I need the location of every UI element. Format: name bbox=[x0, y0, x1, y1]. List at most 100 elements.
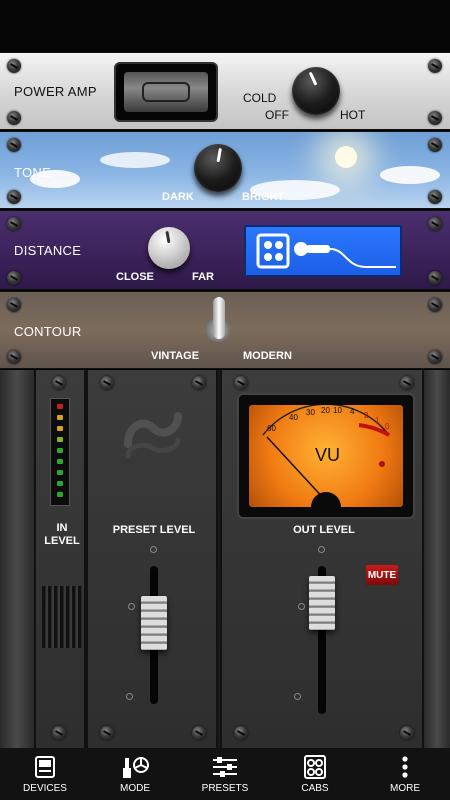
bright-label: BRIGHT bbox=[242, 191, 285, 203]
screw-icon bbox=[7, 138, 21, 152]
screw-icon bbox=[428, 111, 442, 125]
brand-logo-icon bbox=[124, 412, 182, 459]
vu-meter-face: 60 40 30 20 10 4 2 1 0 VU bbox=[249, 405, 403, 507]
out-level-fader[interactable] bbox=[309, 576, 335, 630]
distance-label: DISTANCE bbox=[14, 243, 82, 258]
vu-scale-2: 2 bbox=[364, 411, 369, 420]
vu-scale-4: 4 bbox=[350, 407, 355, 416]
preset-level-module: PRESET LEVEL bbox=[86, 370, 218, 748]
hot-label: HOT bbox=[340, 108, 366, 122]
screw-icon bbox=[7, 190, 21, 204]
dark-label: DARK bbox=[162, 191, 194, 203]
screw-icon bbox=[428, 138, 442, 152]
nav-cabs[interactable]: CABS bbox=[270, 748, 360, 800]
led-green bbox=[57, 470, 63, 475]
nav-presets-label: PRESETS bbox=[201, 783, 249, 794]
screw-icon bbox=[52, 376, 66, 390]
mode-icon bbox=[120, 753, 150, 781]
screw-icon bbox=[428, 217, 442, 231]
rack-section: IN LEVEL PRESET LEVEL OUT LEVEL 60 40 30… bbox=[0, 370, 450, 748]
power-amp-knob[interactable] bbox=[292, 67, 340, 115]
screw-icon bbox=[52, 726, 66, 740]
screw-icon bbox=[7, 111, 21, 125]
vu-scale-40: 40 bbox=[289, 413, 298, 422]
tone-knob[interactable] bbox=[194, 144, 242, 192]
nav-mode[interactable]: MODE bbox=[90, 748, 180, 800]
nav-devices[interactable]: DEVICES bbox=[0, 748, 90, 800]
led-green bbox=[57, 481, 63, 486]
contour-switch[interactable] bbox=[213, 297, 225, 339]
mute-button[interactable]: MUTE bbox=[364, 563, 400, 587]
in-level-label: IN LEVEL bbox=[44, 522, 80, 547]
cab-mic-icon bbox=[256, 233, 396, 269]
cold-label: COLD bbox=[243, 91, 277, 105]
screw-icon bbox=[192, 726, 206, 740]
nav-cabs-label: CABS bbox=[301, 783, 329, 794]
led-green bbox=[57, 437, 63, 442]
screw-icon bbox=[428, 350, 442, 364]
screw-icon bbox=[234, 726, 248, 740]
fader-unity-marker bbox=[128, 603, 135, 610]
screw-icon bbox=[7, 217, 21, 231]
cloud-icon bbox=[380, 166, 440, 184]
power-amp-panel: POWER AMP COLD OFF HOT bbox=[0, 52, 450, 130]
sun-icon bbox=[335, 146, 357, 168]
fader-min-marker bbox=[294, 693, 301, 700]
power-amp-label: POWER AMP bbox=[14, 84, 97, 99]
nav-devices-label: DEVICES bbox=[23, 783, 67, 794]
preset-level-fader[interactable] bbox=[141, 596, 167, 650]
screw-icon bbox=[7, 298, 21, 312]
screw-icon bbox=[428, 298, 442, 312]
modern-label: MODERN bbox=[243, 350, 292, 362]
devices-icon bbox=[34, 753, 56, 781]
vu-scale-10: 10 bbox=[333, 406, 342, 415]
vu-scale-0: 0 bbox=[385, 422, 390, 431]
rack-rail-left bbox=[0, 370, 34, 748]
cloud-icon bbox=[100, 152, 170, 168]
close-label: CLOSE bbox=[116, 271, 154, 283]
screw-icon bbox=[7, 59, 21, 73]
nav-more[interactable]: MORE bbox=[360, 748, 450, 800]
screw-icon bbox=[100, 376, 114, 390]
screw-icon bbox=[428, 271, 442, 285]
fader-top-marker bbox=[318, 546, 325, 553]
nav-more-label: MORE bbox=[390, 783, 420, 794]
tone-label: TONE bbox=[14, 165, 52, 180]
far-label: FAR bbox=[192, 271, 214, 283]
vu-label: VU bbox=[315, 445, 340, 465]
bottom-nav: DEVICES MODE PRESETS CABS MORE bbox=[0, 748, 450, 800]
fader-min-marker bbox=[126, 693, 133, 700]
led-green bbox=[57, 448, 63, 453]
contour-label: CONTOUR bbox=[14, 324, 82, 339]
cabs-icon bbox=[303, 753, 327, 781]
vu-scale-20: 20 bbox=[321, 406, 330, 415]
input-meter-module: IN LEVEL bbox=[34, 370, 86, 748]
vu-scale-60: 60 bbox=[267, 424, 276, 433]
vu-scale-30: 30 bbox=[306, 408, 315, 417]
out-level-label: OUT LEVEL bbox=[293, 524, 355, 536]
vintage-label: VINTAGE bbox=[151, 350, 200, 362]
fader-unity-marker bbox=[298, 603, 305, 610]
screw-icon bbox=[400, 726, 414, 740]
mic-distance-display[interactable] bbox=[244, 225, 402, 277]
screw-icon bbox=[428, 59, 442, 73]
tone-panel: TONE DARK BRIGHT bbox=[0, 131, 450, 209]
screw-icon bbox=[234, 376, 248, 390]
fader-top-marker bbox=[150, 546, 157, 553]
more-icon bbox=[401, 753, 409, 781]
distance-panel: DISTANCE CLOSE FAR bbox=[0, 210, 450, 290]
input-circuit-board bbox=[42, 586, 82, 648]
led-yellow bbox=[57, 415, 63, 420]
status-bar bbox=[0, 0, 450, 52]
preset-level-label: PRESET LEVEL bbox=[112, 524, 196, 536]
screw-icon bbox=[100, 726, 114, 740]
screw-icon bbox=[428, 190, 442, 204]
nav-mode-label: MODE bbox=[120, 783, 150, 794]
presets-icon bbox=[211, 753, 239, 781]
led-green bbox=[57, 492, 63, 497]
nav-presets[interactable]: PRESETS bbox=[180, 748, 270, 800]
screw-icon bbox=[400, 376, 414, 390]
screw-icon bbox=[7, 271, 21, 285]
screw-icon bbox=[192, 376, 206, 390]
distance-knob[interactable] bbox=[148, 227, 190, 269]
